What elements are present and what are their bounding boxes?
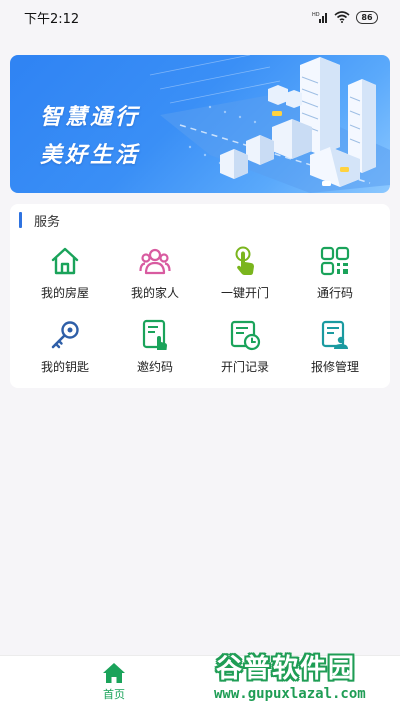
qr-code-icon (318, 244, 352, 278)
site-watermark: 谷普软件园 www.gupuxlazal.com (208, 648, 398, 708)
section-accent-bar (19, 212, 22, 228)
service-label: 我的房屋 (40, 286, 89, 300)
services-title: 服务 (34, 214, 61, 230)
service-label: 通行码 (316, 286, 353, 300)
tap-icon (228, 244, 262, 278)
status-bar: 下午2:12 HD 86 (0, 0, 400, 34)
tab-home-label: 首页 (103, 688, 125, 701)
family-icon (138, 244, 172, 278)
service-my-house[interactable]: 我的房屋 (20, 244, 110, 304)
watermark-url: www.gupuxlazal.com (214, 686, 366, 702)
status-icons: HD 86 (312, 10, 378, 24)
service-my-key[interactable]: 我的钥匙 (20, 318, 110, 378)
service-label: 一键开门 (220, 286, 269, 300)
service-door-record[interactable]: 开门记录 (200, 318, 290, 378)
repair-icon (318, 318, 352, 352)
service-label: 我的家人 (130, 286, 179, 300)
svg-text:HD: HD (312, 12, 320, 18)
door-record-icon (228, 318, 262, 352)
tab-home[interactable]: 首页 (84, 662, 144, 708)
watermark-title: 谷普软件园 (216, 654, 357, 684)
invite-code-icon (138, 318, 172, 352)
status-time: 下午2:12 (24, 11, 80, 27)
promo-banner[interactable]: 智慧通行 美好生活 (10, 55, 390, 193)
service-label: 开门记录 (220, 360, 269, 374)
key-icon (48, 318, 82, 352)
home-icon (103, 663, 125, 683)
service-one-key-open[interactable]: 一键开门 (200, 244, 290, 304)
services-card: 服务 我的房屋 我的家人 一键开门 通行码 我的钥匙 邀约码 开门记录 报修管理 (10, 204, 390, 388)
wifi-icon (334, 11, 350, 23)
battery-indicator: 86 (356, 10, 378, 24)
service-label: 邀约码 (136, 360, 173, 374)
house-icon (48, 244, 82, 278)
service-label: 报修管理 (310, 360, 359, 374)
services-section-header: 服务 (19, 211, 61, 230)
service-invite-code[interactable]: 邀约码 (110, 318, 200, 378)
signal-icon: HD (312, 12, 327, 23)
banner-title-line1: 智慧通行 (40, 105, 141, 130)
service-label: 我的钥匙 (40, 360, 89, 374)
service-pass-code[interactable]: 通行码 (290, 244, 380, 304)
service-repair-management[interactable]: 报修管理 (290, 318, 380, 378)
banner-title-line2: 美好生活 (40, 143, 141, 168)
service-my-family[interactable]: 我的家人 (110, 244, 200, 304)
